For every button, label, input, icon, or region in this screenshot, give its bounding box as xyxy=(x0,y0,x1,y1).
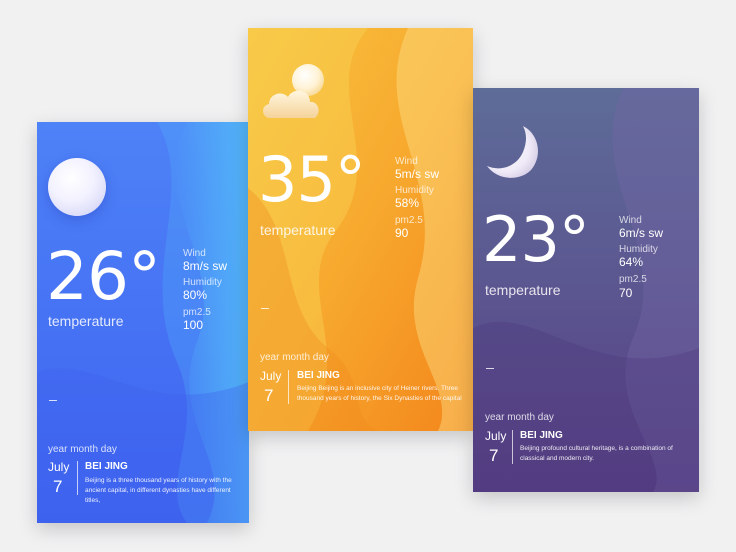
weather-card-blue[interactable]: 26° temperature Wind 8m/s sw Humidity 80… xyxy=(37,122,249,523)
weather-card-purple[interactable]: 23° temperature Wind 6m/s sw Humidity 64… xyxy=(473,88,699,492)
city-name: BEI JING xyxy=(520,430,563,441)
wind-value: 5m/s sw xyxy=(395,167,440,181)
wind-label: Wind xyxy=(183,248,206,259)
temperature-value: 23° xyxy=(482,203,590,276)
temperature-label: temperature xyxy=(260,222,336,238)
pm25-value: 100 xyxy=(183,318,204,332)
pm25-label: pm2.5 xyxy=(395,215,423,226)
sun-icon xyxy=(48,158,106,216)
crescent-moon-icon xyxy=(487,126,538,178)
month-text: July xyxy=(260,369,282,383)
temperature-value: 35° xyxy=(258,143,366,216)
month-text: July xyxy=(485,429,507,443)
date-divider xyxy=(77,461,78,495)
city-description: Beijing profound cultural heritage, is a… xyxy=(520,445,673,462)
humidity-value: 58% xyxy=(395,196,420,210)
divider-dash xyxy=(261,308,269,309)
day-text: 7 xyxy=(264,386,274,405)
weather-card-orange[interactable]: 35° temperature Wind 5m/s sw Humidity 58… xyxy=(248,28,473,431)
pm25-label: pm2.5 xyxy=(183,307,211,318)
humidity-label: Humidity xyxy=(619,244,658,255)
wind-value: 8m/s sw xyxy=(183,259,228,273)
partly-cloudy-icon xyxy=(263,64,324,118)
humidity-label: Humidity xyxy=(395,185,434,196)
temperature-value: 26° xyxy=(46,238,161,315)
day-text: 7 xyxy=(489,446,499,465)
day-text: 7 xyxy=(53,477,63,496)
date-label: year month day xyxy=(485,412,554,423)
city-description: Beijing Beijing is an inclusive city of … xyxy=(297,385,462,402)
humidity-label: Humidity xyxy=(183,277,222,288)
wind-label: Wind xyxy=(619,215,642,226)
wind-value: 6m/s sw xyxy=(619,226,664,240)
temperature-label: temperature xyxy=(48,313,124,329)
wind-label: Wind xyxy=(395,156,418,167)
date-label: year month day xyxy=(48,444,117,455)
city-description: Beijing is a three thousand years of his… xyxy=(85,477,232,504)
divider-dash xyxy=(486,368,494,369)
city-name: BEI JING xyxy=(85,461,128,472)
date-label: year month day xyxy=(260,352,329,363)
date-divider xyxy=(288,370,289,404)
humidity-value: 80% xyxy=(183,288,208,302)
date-divider xyxy=(512,430,513,464)
divider-dash xyxy=(49,400,57,401)
pm25-label: pm2.5 xyxy=(619,274,647,285)
pm25-value: 90 xyxy=(395,226,409,240)
temperature-label: temperature xyxy=(485,282,561,298)
pm25-value: 70 xyxy=(619,286,633,300)
humidity-value: 64% xyxy=(619,255,644,269)
month-text: July xyxy=(48,460,70,474)
city-name: BEI JING xyxy=(297,370,340,381)
